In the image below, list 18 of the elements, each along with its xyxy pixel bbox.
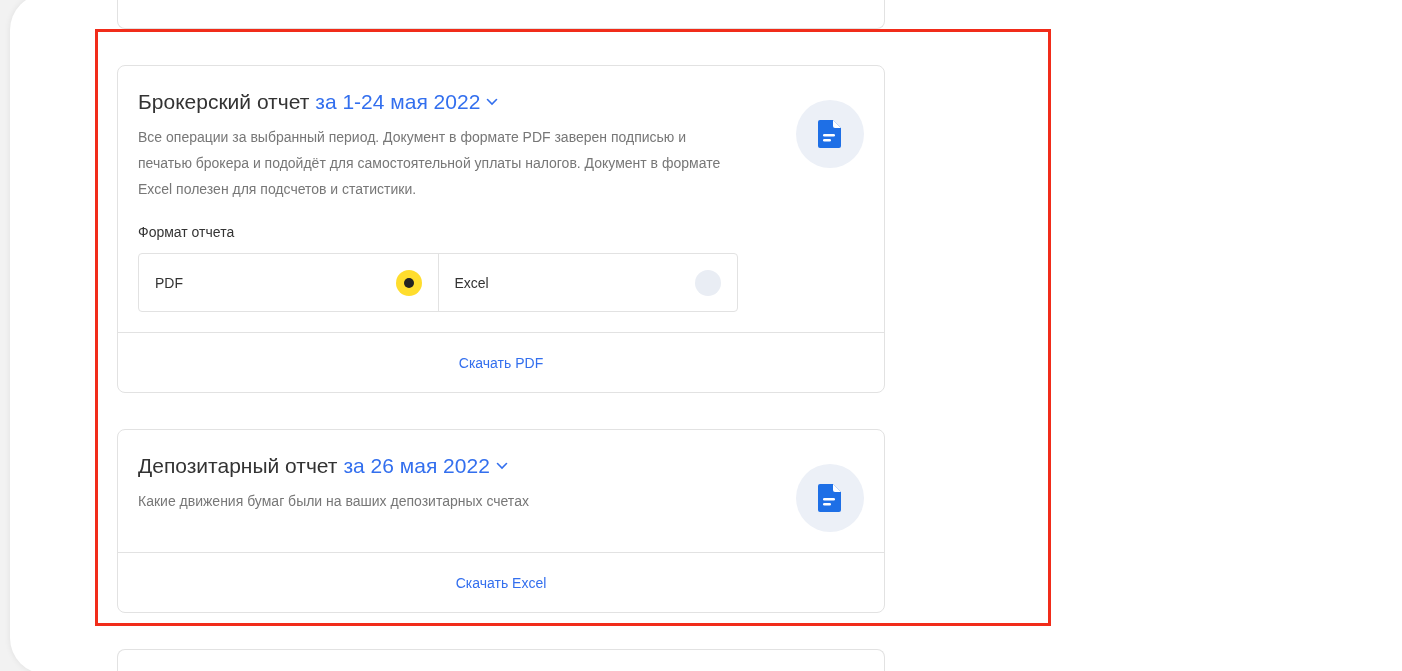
document-icon: [796, 100, 864, 168]
format-label: Формат отчета: [138, 224, 236, 240]
report-description: Какие движения бумаг были на ваших депозитарных счетах: [138, 492, 530, 511]
format-option-label: PDF: [155, 274, 183, 291]
radio-button[interactable]: [395, 269, 422, 296]
period-dropdown[interactable]: за 26 мая 2022: [343, 454, 508, 478]
document-icon: [796, 464, 864, 532]
report-title: Брокерский отчет: [138, 90, 310, 114]
download-link[interactable]: Скачать PDF: [458, 354, 544, 371]
chevron-down-icon: [486, 98, 499, 106]
download-link[interactable]: Скачать Excel: [455, 574, 547, 591]
format-option[interactable]: Excel: [437, 254, 737, 311]
report-description: Все операции за выбранный период. Документ в формате PDF заверен подписью и печатью брокера и подойдёт для самостоятельной уплаты налогов. Документ в формате Excel полезен для подсчетов и статистики.: [138, 128, 722, 199]
format-option[interactable]: PDF: [139, 254, 438, 311]
report-title: Депозитарный отчет: [138, 454, 338, 478]
chevron-down-icon: [495, 462, 508, 470]
format-option-label: Excel: [454, 274, 489, 291]
period-dropdown[interactable]: за 1-24 мая 2022: [315, 90, 499, 114]
